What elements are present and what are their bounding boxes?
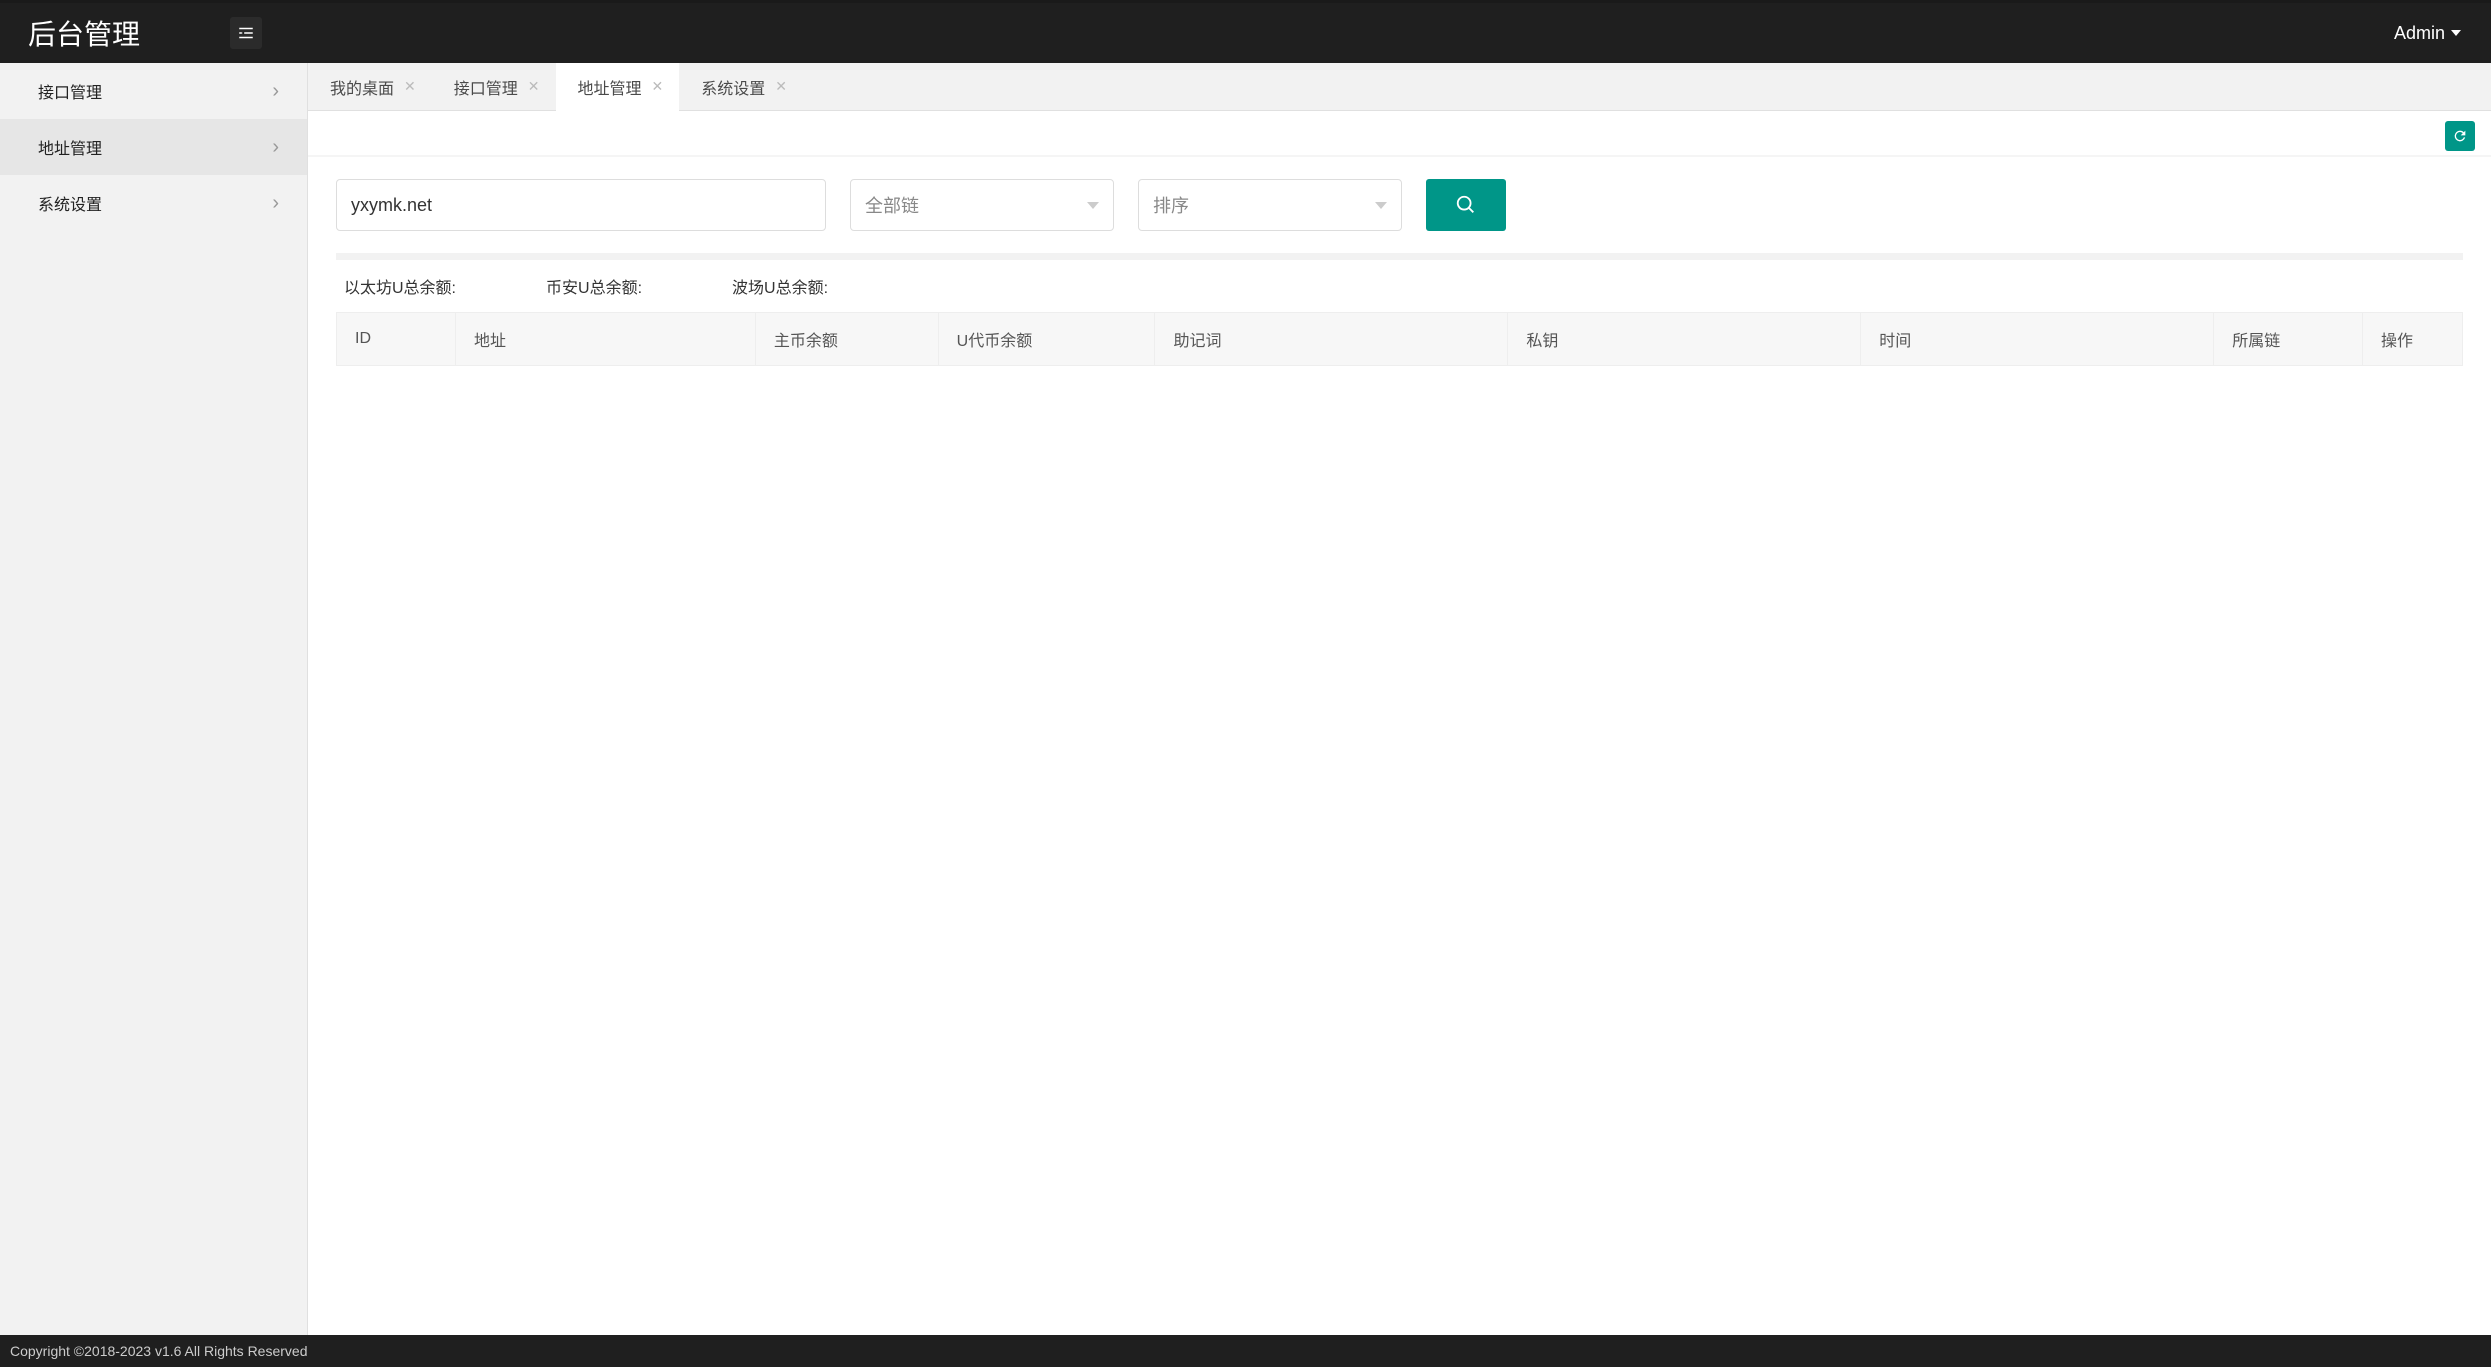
search-input[interactable] bbox=[336, 179, 826, 231]
toolbar bbox=[308, 111, 2491, 155]
chain-select[interactable]: 全部链 bbox=[850, 179, 1114, 231]
sort-select[interactable]: 排序 bbox=[1138, 179, 1402, 231]
sidebar-toggle-button[interactable] bbox=[230, 17, 262, 49]
close-icon[interactable]: ✕ bbox=[775, 78, 787, 95]
tron-balance-label: 波场U总余额: bbox=[732, 274, 828, 298]
close-icon[interactable]: ✕ bbox=[652, 78, 664, 95]
close-icon[interactable]: ✕ bbox=[404, 78, 416, 95]
chevron-down-icon bbox=[1375, 202, 1387, 209]
bsc-balance-label: 币安U总余额: bbox=[546, 274, 642, 298]
caret-down-icon bbox=[2451, 30, 2461, 36]
table-header-row: ID地址主币余额U代币余额助记词私钥时间所属链操作 bbox=[337, 313, 2463, 366]
chevron-right-icon: › bbox=[272, 80, 279, 103]
tab[interactable]: 地址管理 ✕ bbox=[556, 63, 680, 111]
address-table: ID地址主币余额U代币余额助记词私钥时间所属链操作 bbox=[336, 312, 2463, 366]
tab-label: 系统设置 bbox=[701, 75, 765, 99]
sidebar-item[interactable]: 地址管理 › bbox=[0, 119, 307, 175]
column-header: 私钥 bbox=[1508, 313, 1861, 366]
column-header: 时间 bbox=[1861, 313, 2214, 366]
sidebar-item[interactable]: 系统设置 › bbox=[0, 175, 307, 231]
chevron-right-icon: › bbox=[272, 192, 279, 215]
tab[interactable]: 系统设置 ✕ bbox=[679, 63, 803, 111]
column-header: ID bbox=[337, 313, 456, 366]
eth-balance-label: 以太坊U总余额: bbox=[344, 274, 456, 298]
close-icon[interactable]: ✕ bbox=[528, 78, 540, 95]
refresh-icon bbox=[2452, 128, 2468, 144]
menu-fold-icon bbox=[237, 24, 255, 42]
table-container: ID地址主币余额U代币余额助记词私钥时间所属链操作 bbox=[308, 312, 2491, 366]
copyright-text: Copyright ©2018-2023 v1.6 All Rights Res… bbox=[10, 1343, 307, 1359]
column-header: U代币余额 bbox=[938, 313, 1155, 366]
column-header: 主币余额 bbox=[755, 313, 938, 366]
app-header: 后台管理 Admin bbox=[0, 3, 2491, 63]
search-button[interactable] bbox=[1426, 179, 1506, 231]
column-header: 操作 bbox=[2363, 313, 2463, 366]
footer: Copyright ©2018-2023 v1.6 All Rights Res… bbox=[0, 1335, 2491, 1367]
tab[interactable]: 我的桌面 ✕ bbox=[308, 63, 432, 111]
main-content: 我的桌面 ✕ 接口管理 ✕ 地址管理 ✕ 系统设置 ✕ 全部链 排序 bbox=[308, 63, 2491, 1335]
chevron-down-icon bbox=[1087, 202, 1099, 209]
search-row: 全部链 排序 bbox=[308, 157, 2491, 253]
search-icon bbox=[1455, 194, 1477, 216]
sidebar-item[interactable]: 接口管理 › bbox=[0, 63, 307, 119]
refresh-button[interactable] bbox=[2445, 121, 2475, 151]
chevron-right-icon: › bbox=[272, 136, 279, 159]
sidebar-item-label: 系统设置 bbox=[38, 191, 102, 215]
tab-label: 我的桌面 bbox=[330, 75, 394, 99]
column-header: 助记词 bbox=[1155, 313, 1508, 366]
user-name: Admin bbox=[2394, 23, 2445, 44]
sort-select-value: 排序 bbox=[1153, 192, 1189, 218]
column-header: 地址 bbox=[456, 313, 756, 366]
divider bbox=[336, 253, 2463, 260]
user-menu[interactable]: Admin bbox=[2394, 23, 2479, 44]
chain-select-value: 全部链 bbox=[865, 192, 919, 218]
sidebar-item-label: 接口管理 bbox=[38, 79, 102, 103]
app-title: 后台管理 bbox=[28, 13, 140, 53]
balances-row: 以太坊U总余额: 币安U总余额: 波场U总余额: bbox=[308, 260, 2491, 312]
sidebar: 接口管理 › 地址管理 › 系统设置 › bbox=[0, 63, 308, 1335]
tab-label: 地址管理 bbox=[578, 75, 642, 99]
tab-label: 接口管理 bbox=[454, 75, 518, 99]
tabs-bar: 我的桌面 ✕ 接口管理 ✕ 地址管理 ✕ 系统设置 ✕ bbox=[308, 63, 2491, 111]
column-header: 所属链 bbox=[2214, 313, 2363, 366]
sidebar-item-label: 地址管理 bbox=[38, 135, 102, 159]
tab[interactable]: 接口管理 ✕ bbox=[432, 63, 556, 111]
